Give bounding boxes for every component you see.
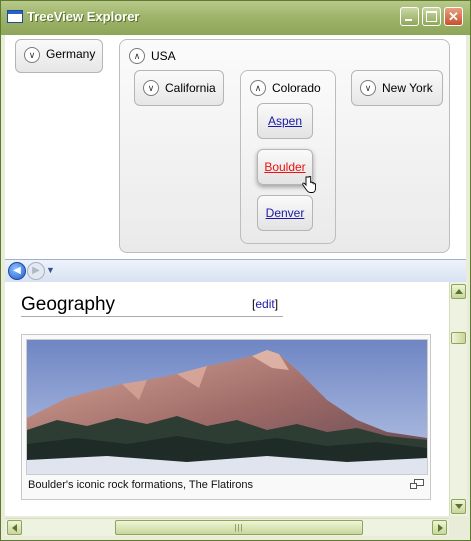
- chevron-down-icon: ∨: [143, 80, 159, 96]
- window-app-icon: [7, 10, 23, 23]
- chevron-up-icon: ∧: [129, 48, 145, 64]
- history-dropdown-icon[interactable]: ▼: [46, 265, 55, 275]
- horizontal-scroll-thumb[interactable]: |||: [115, 520, 363, 535]
- resize-grip[interactable]: [449, 518, 466, 535]
- image-caption: Boulder's iconic rock formations, The Fl…: [28, 479, 254, 491]
- forward-arrow-icon[interactable]: ▶: [27, 262, 45, 280]
- image-thumbnail: Boulder's iconic rock formations, The Fl…: [21, 334, 431, 500]
- horizontal-scrollbar[interactable]: |||: [5, 518, 449, 536]
- chevron-down-icon: ∨: [24, 47, 40, 63]
- tree-node-label: Germany: [46, 47, 96, 61]
- scroll-up-button[interactable]: [451, 284, 466, 299]
- scroll-right-button[interactable]: [432, 520, 447, 535]
- web-content: Geography [edit] Boulder's iconic rock f…: [5, 282, 449, 516]
- city-link-denver[interactable]: Denver: [257, 195, 313, 231]
- enlarge-icon[interactable]: [410, 479, 424, 489]
- city-link-label[interactable]: Denver: [266, 206, 305, 220]
- vertical-scroll-thumb[interactable]: [451, 332, 466, 344]
- edit-link-label[interactable]: edit: [255, 297, 274, 311]
- tree-node-usa: ∧ USA ∨ California ∧ Colorado Aspen Boul…: [119, 39, 450, 253]
- city-link-aspen[interactable]: Aspen: [257, 103, 313, 139]
- close-button[interactable]: ✕: [444, 7, 463, 26]
- back-arrow-icon[interactable]: ◀: [8, 262, 26, 280]
- edit-bracket-close: ]: [274, 297, 279, 311]
- section-title: Geography: [21, 294, 116, 315]
- app-window: TreeView Explorer ✕ ∨ Germany ∧ USA ∨ Ca…: [0, 0, 471, 541]
- hand-cursor-icon: [302, 176, 316, 193]
- tree-view: ∨ Germany ∧ USA ∨ California ∧ Colorado: [5, 35, 466, 259]
- flatirons-photo[interactable]: [26, 339, 428, 475]
- tree-node-label: Colorado: [272, 81, 321, 95]
- vertical-scrollbar[interactable]: [449, 282, 467, 516]
- tree-node-usa-header[interactable]: ∧ USA: [120, 40, 200, 68]
- tree-node-label: California: [165, 81, 216, 95]
- tree-node-label: USA: [151, 49, 176, 63]
- section-divider: [21, 316, 283, 317]
- tree-node-california[interactable]: ∨ California: [134, 70, 224, 106]
- flatirons-image: [27, 340, 427, 474]
- tree-node-colorado: ∧ Colorado Aspen Boulder Denver: [240, 70, 336, 244]
- scroll-left-button[interactable]: [7, 520, 22, 535]
- city-link-boulder[interactable]: Boulder: [257, 149, 316, 193]
- tree-node-germany[interactable]: ∨ Germany: [15, 39, 103, 73]
- browser-nav-bar: ◀ ▶ ▼: [5, 259, 466, 282]
- title-bar[interactable]: TreeView Explorer ✕: [1, 1, 470, 35]
- edit-section-link[interactable]: [edit]: [252, 297, 278, 311]
- city-link-label[interactable]: Aspen: [268, 114, 302, 128]
- chevron-up-icon: ∧: [250, 80, 266, 96]
- scroll-down-button[interactable]: [451, 499, 466, 514]
- city-link-label[interactable]: Boulder: [264, 160, 305, 174]
- window-title: TreeView Explorer: [27, 9, 140, 24]
- maximize-button[interactable]: [422, 7, 441, 26]
- tree-node-new-york[interactable]: ∨ New York: [351, 70, 443, 106]
- tree-node-colorado-header[interactable]: ∧ Colorado: [241, 71, 335, 99]
- chevron-down-icon: ∨: [360, 80, 376, 96]
- tree-node-label: New York: [382, 81, 433, 95]
- minimize-button[interactable]: [400, 7, 419, 26]
